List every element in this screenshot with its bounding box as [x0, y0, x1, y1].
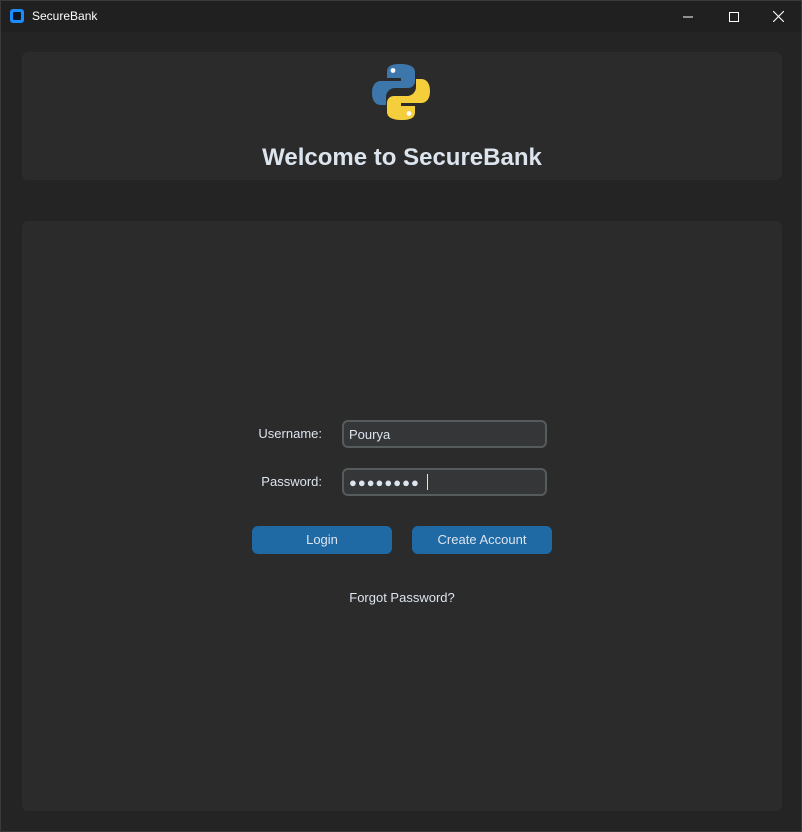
title-bar[interactable]: SecureBank — [1, 1, 801, 32]
username-field[interactable] — [342, 420, 547, 448]
maximize-icon — [729, 11, 739, 22]
close-button[interactable] — [755, 1, 801, 32]
app-window: SecureBank Welcome to SecureBank Usernam… — [0, 0, 802, 832]
password-label: Password: — [261, 474, 322, 489]
close-icon — [772, 11, 784, 22]
password-field[interactable] — [342, 468, 547, 496]
login-panel: Username: Password: Login Create Account… — [22, 221, 782, 811]
header-panel: Welcome to SecureBank — [22, 52, 782, 180]
python-logo-icon — [372, 64, 430, 120]
minimize-button[interactable] — [665, 1, 711, 32]
welcome-heading: Welcome to SecureBank — [262, 144, 542, 171]
maximize-button[interactable] — [711, 1, 757, 32]
app-icon — [10, 9, 24, 23]
forgot-password-label[interactable]: Forgot Password? — [349, 590, 455, 605]
login-button[interactable]: Login — [252, 526, 392, 554]
window-title: SecureBank — [32, 9, 98, 23]
forgot-password-link: Forgot Password? — [22, 590, 782, 606]
minimize-icon — [683, 16, 693, 17]
create-account-button[interactable]: Create Account — [412, 526, 552, 554]
text-cursor — [427, 474, 428, 490]
username-label: Username: — [258, 426, 322, 441]
